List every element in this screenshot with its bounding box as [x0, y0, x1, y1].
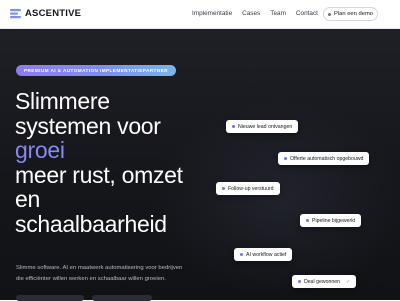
- plan-demo-button[interactable]: Plan een demo: [323, 7, 378, 21]
- nav-item-implementatie[interactable]: Implementatie: [192, 10, 232, 17]
- subtext-line-1: Slimme software. AI en maatwerk automati…: [16, 265, 183, 271]
- site-header: ASCENTIVE Implementatie Cases Team Conta…: [0, 0, 400, 29]
- workflow-card-ai: AI workflow actief: [234, 248, 293, 261]
- workflow-card-followup: Follow-up verstuurd: [216, 182, 280, 195]
- hero-subtext: Slimme software. AI en maatwerk automati…: [16, 263, 216, 285]
- hero-section: PREMIUM AI & AUTOMATION IMPLEMENTATIEPAR…: [0, 29, 400, 300]
- status-dot-icon: [240, 253, 243, 256]
- workflow-card-offerte: Offerte automatisch opgebouwd: [278, 152, 370, 165]
- plan-demo-label: Plan een demo: [334, 11, 373, 17]
- dot-icon: [328, 12, 331, 16]
- hero-headline: Slimmere systemen voor groei meer rust, …: [15, 89, 220, 236]
- headline-line-6: schaalbaarheid: [15, 210, 167, 237]
- headline-accent: groei: [15, 138, 220, 163]
- check-icon: ✓: [346, 278, 351, 285]
- status-dot-icon: [306, 219, 309, 222]
- headline-line-1: Slimmere: [15, 88, 110, 114]
- workflow-card-deal: Deal gewonnen ✓: [292, 275, 357, 288]
- brand-name: ASCENTIVE: [25, 8, 82, 19]
- hero-badge: PREMIUM AI & AUTOMATION IMPLEMENTATIEPAR…: [16, 65, 176, 76]
- headline-line-4: meer rust, omzet: [15, 161, 183, 188]
- workflow-card-label: AI workflow actief: [246, 251, 287, 258]
- nav-item-team[interactable]: Team: [270, 10, 286, 17]
- status-dot-icon: [298, 280, 301, 283]
- nav-item-cases[interactable]: Cases: [242, 10, 260, 17]
- subtext-line-2: die efficiënter willen werken en schaalb…: [16, 276, 166, 282]
- workflow-card-label: Follow-up verstuurd: [228, 185, 274, 192]
- status-dot-icon: [222, 187, 225, 190]
- primary-cta-button[interactable]: [16, 295, 84, 301]
- logo-mark-icon: [10, 9, 21, 19]
- status-dot-icon: [284, 157, 287, 160]
- workflow-card-label: Deal gewonnen: [304, 278, 341, 285]
- headline-line-2: systemen voor: [15, 112, 161, 139]
- workflow-card-lead: Nieuwe lead ontvangen: [226, 120, 299, 133]
- main-nav: Implementatie Cases Team Contact: [192, 10, 318, 17]
- workflow-card-label: Nieuwe lead ontvangen: [238, 123, 293, 130]
- secondary-cta-button[interactable]: [92, 295, 152, 301]
- workflow-card-label: Offerte automatisch opgebouwd: [290, 155, 364, 162]
- workflow-card-pipeline: Pipeline bijgewerkt: [300, 214, 362, 227]
- headline-line-5: en: [15, 186, 40, 212]
- nav-item-contact[interactable]: Contact: [296, 10, 318, 17]
- logo[interactable]: ASCENTIVE: [9, 7, 81, 20]
- status-dot-icon: [232, 125, 235, 128]
- workflow-card-label: Pipeline bijgewerkt: [312, 217, 356, 224]
